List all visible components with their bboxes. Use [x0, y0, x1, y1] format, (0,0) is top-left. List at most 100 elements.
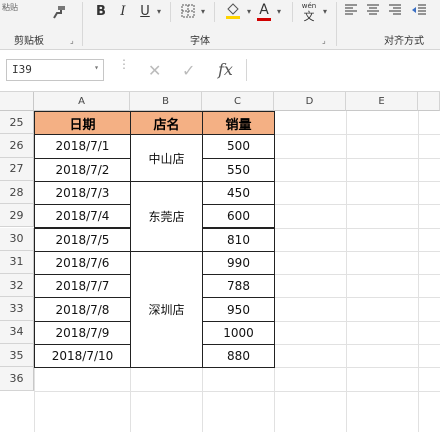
ribbon-separator [292, 2, 293, 22]
row-header-25[interactable]: 25 [0, 111, 34, 135]
decrease-indent-icon [411, 4, 427, 19]
select-all-corner[interactable] [0, 92, 34, 111]
date-cell[interactable]: 2018/7/1 [34, 134, 131, 159]
sales-cell[interactable]: 950 [202, 297, 275, 322]
font-launcher-icon[interactable]: ⌟ [322, 36, 326, 45]
align-center-button[interactable] [364, 2, 382, 20]
phonetic-char: 文 [303, 9, 315, 23]
bold-label: B [96, 3, 106, 19]
underline-dropdown[interactable]: ▾ [154, 4, 164, 18]
row-header-26[interactable]: 26 [0, 134, 34, 158]
format-painter-button[interactable] [48, 2, 70, 24]
align-right-icon [388, 4, 402, 19]
chevron-down-icon: ▾ [246, 6, 251, 16]
align-right-button[interactable] [386, 2, 404, 20]
table-header-1[interactable]: 店名 [130, 111, 203, 136]
formula-bar: I39 ▾ ⋮ ✕ ✓ fx [0, 50, 440, 92]
column-header-d[interactable]: D [274, 92, 346, 111]
bold-button[interactable]: B [92, 2, 110, 20]
date-cell[interactable]: 2018/7/8 [34, 297, 131, 322]
ribbon-separator [336, 2, 337, 46]
underline-button[interactable]: U [136, 2, 154, 20]
formula-bar-grip-icon: ⋮ [118, 57, 130, 71]
ribbon-separator [214, 2, 215, 22]
italic-label: I [120, 3, 126, 19]
sales-cell[interactable]: 600 [202, 204, 275, 229]
row-header-29[interactable]: 29 [0, 204, 34, 228]
column-header-c[interactable]: C [202, 92, 274, 111]
column-header-b[interactable]: B [130, 92, 202, 111]
row-header-32[interactable]: 32 [0, 274, 34, 298]
cancel-icon[interactable]: ✕ [148, 61, 161, 80]
enter-icon[interactable]: ✓ [182, 61, 195, 80]
clipboard-launcher-icon[interactable]: ⌟ [70, 36, 74, 45]
format-painter-icon [52, 5, 66, 22]
formula-input[interactable] [246, 59, 440, 81]
store-cell-merged[interactable]: 中山店 [130, 134, 203, 182]
chevron-down-icon: ▾ [276, 6, 281, 16]
row-header-34[interactable]: 34 [0, 320, 34, 344]
date-cell[interactable]: 2018/7/10 [34, 344, 131, 369]
phonetic-button[interactable]: wén 文 [298, 0, 320, 24]
chevron-down-icon: ▾ [156, 6, 161, 16]
worksheet-grid[interactable]: A B C D E 25 26 27 28 29 30 31 32 33 34 35 36 日期 店名 销量 2018/… [0, 92, 440, 432]
chevron-down-icon: ▾ [94, 63, 99, 72]
column-header-filler [418, 92, 440, 111]
row-header-27[interactable]: 27 [0, 157, 34, 181]
italic-button[interactable]: I [114, 2, 132, 20]
font-color-bar [257, 18, 271, 21]
row-header-28[interactable]: 28 [0, 180, 34, 205]
row-header-30[interactable]: 30 [0, 227, 34, 251]
decrease-indent-button[interactable] [410, 2, 428, 20]
paste-label: 粘贴 [2, 2, 18, 12]
paste-button[interactable]: 粘贴 [0, 0, 20, 14]
sales-cell[interactable]: 880 [202, 344, 275, 369]
sales-cell[interactable]: 1000 [202, 320, 275, 345]
date-cell[interactable]: 2018/7/2 [34, 157, 131, 182]
border-dropdown[interactable]: ▾ [198, 4, 208, 18]
name-box-value: I39 [12, 63, 32, 76]
store-cell-merged[interactable]: 东莞店 [130, 180, 203, 252]
store-cell-merged[interactable]: 深圳店 [130, 250, 203, 369]
date-cell[interactable]: 2018/7/6 [34, 250, 131, 276]
fill-color-dropdown[interactable]: ▾ [244, 4, 254, 18]
gridline-vertical [346, 111, 347, 432]
date-cell[interactable]: 2018/7/5 [34, 227, 131, 252]
date-cell[interactable]: 2018/7/7 [34, 274, 131, 299]
column-header-e[interactable]: E [346, 92, 418, 111]
border-icon [181, 4, 195, 21]
row-header-36[interactable]: 36 [0, 367, 34, 391]
sales-cell[interactable]: 788 [202, 274, 275, 299]
font-color-dropdown[interactable]: ▾ [274, 4, 284, 18]
row-header-31[interactable]: 31 [0, 250, 34, 275]
group-label-align: 对齐方式 [384, 36, 424, 47]
column-header-a[interactable]: A [34, 92, 130, 111]
table-header-0[interactable]: 日期 [34, 111, 131, 136]
date-cell[interactable]: 2018/7/4 [34, 204, 131, 229]
date-cell[interactable]: 2018/7/9 [34, 320, 131, 345]
sales-cell[interactable]: 450 [202, 180, 275, 206]
sales-cell[interactable]: 990 [202, 250, 275, 276]
phonetic-dropdown[interactable]: ▾ [320, 4, 330, 18]
font-color-button[interactable]: A [254, 1, 274, 23]
group-label-clipboard: 剪贴板 [14, 36, 44, 47]
date-cell[interactable]: 2018/7/3 [34, 180, 131, 206]
row-header-35[interactable]: 35 [0, 344, 34, 368]
border-button[interactable] [178, 2, 198, 22]
gridline-horizontal [34, 390, 440, 392]
row-header-33[interactable]: 33 [0, 297, 34, 321]
fill-color-button[interactable] [222, 1, 244, 23]
paint-bucket-icon [225, 2, 241, 23]
ribbon: 粘贴 B I U ▾ ▾ ▾ A ▾ wén 文 ▾ 剪贴板 ⌟ 字体 ⌟ 对齐… [0, 0, 440, 50]
align-left-button[interactable] [342, 2, 360, 20]
font-color-label: A [259, 2, 269, 18]
table-header-2[interactable]: 销量 [202, 111, 275, 136]
group-label-font: 字体 [190, 36, 210, 47]
underline-label: U [140, 3, 150, 19]
align-left-icon [344, 4, 358, 19]
name-box[interactable]: I39 ▾ [6, 59, 104, 81]
sales-cell[interactable]: 500 [202, 134, 275, 159]
sales-cell[interactable]: 810 [202, 227, 275, 252]
sales-cell[interactable]: 550 [202, 157, 275, 182]
insert-function-button[interactable]: fx [218, 60, 233, 79]
